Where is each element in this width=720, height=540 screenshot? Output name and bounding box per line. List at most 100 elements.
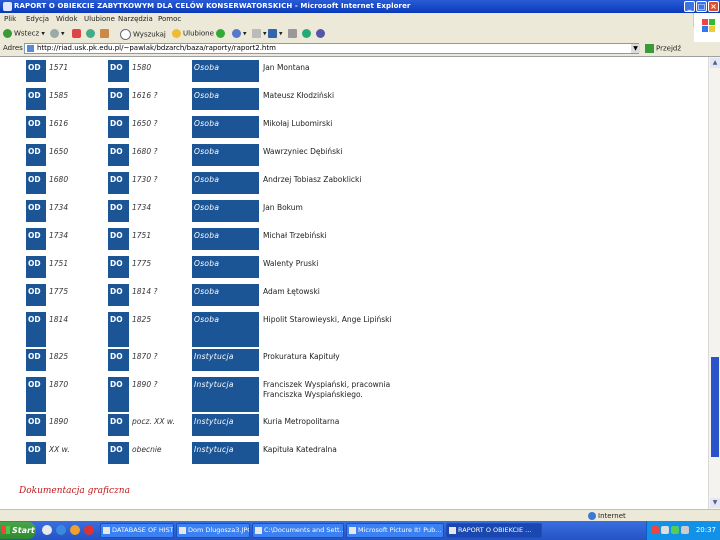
media-button[interactable] bbox=[216, 29, 227, 40]
tray-icon-2[interactable] bbox=[661, 526, 669, 534]
edit-button[interactable]: ▾ bbox=[268, 29, 283, 40]
address-label: Adres bbox=[3, 44, 23, 52]
to-value: 1751 bbox=[132, 231, 152, 240]
owner-name: Kuria Metropolitarna bbox=[263, 417, 340, 426]
menu-file[interactable]: Plik bbox=[4, 15, 16, 23]
system-tray: 20:37 bbox=[646, 521, 720, 540]
menu-edit[interactable]: Edycja bbox=[26, 15, 49, 23]
to-label-cell: DO bbox=[108, 116, 129, 138]
from-value: 1751 bbox=[49, 259, 69, 268]
address-bar: Adres http://riad.usk.pk.edu.pl/~pawlak/… bbox=[0, 42, 720, 57]
from-value: 1734 bbox=[49, 203, 69, 212]
owner-name: Mikołaj Lubomirski bbox=[263, 119, 333, 128]
from-label-cell: OD bbox=[26, 442, 46, 464]
mail-button[interactable]: ▾ bbox=[252, 29, 267, 40]
owner-type-cell: Osoba bbox=[192, 256, 259, 278]
menu-help[interactable]: Pomoc bbox=[158, 15, 181, 23]
stop-icon bbox=[72, 29, 81, 38]
menu-favorites[interactable]: Ulubione bbox=[84, 15, 115, 23]
scroll-down-arrow[interactable]: ▼ bbox=[710, 498, 720, 508]
to-value: 1680 ? bbox=[132, 147, 158, 156]
refresh-icon bbox=[86, 29, 95, 38]
from-value: 1571 bbox=[49, 63, 69, 72]
from-label-cell: OD bbox=[26, 144, 46, 166]
from-label-cell: OD bbox=[26, 116, 46, 138]
history-button[interactable]: ▾ bbox=[232, 29, 247, 40]
tray-icon-4[interactable] bbox=[681, 526, 689, 534]
from-value: 1734 bbox=[49, 231, 69, 240]
from-label-cell: OD bbox=[26, 377, 46, 412]
menu-tools[interactable]: Narzędzia bbox=[118, 15, 153, 23]
owner-name: Mateusz Kłodziński bbox=[263, 91, 335, 100]
scroll-thumb[interactable] bbox=[711, 357, 719, 457]
quicklaunch-media-icon[interactable] bbox=[84, 525, 94, 535]
to-label-cell: DO bbox=[108, 200, 129, 222]
menu-view[interactable]: Widok bbox=[56, 15, 78, 23]
owner-type-cell: Osoba bbox=[192, 88, 259, 110]
go-button[interactable]: Przejdź bbox=[645, 44, 681, 53]
from-value: 1775 bbox=[49, 287, 69, 296]
maximize-button[interactable]: □ bbox=[696, 1, 707, 12]
tray-icon-3[interactable] bbox=[671, 526, 679, 534]
to-value: 1616 ? bbox=[132, 91, 158, 100]
back-button[interactable]: Wstecz ▾ bbox=[3, 29, 45, 40]
from-value: 1890 bbox=[49, 417, 69, 426]
to-label-cell: DO bbox=[108, 256, 129, 278]
to-value: 1775 bbox=[132, 259, 152, 268]
refresh-button[interactable] bbox=[86, 29, 97, 40]
scroll-up-arrow[interactable]: ▲ bbox=[710, 58, 720, 68]
to-label-cell: DO bbox=[108, 88, 129, 110]
home-button[interactable] bbox=[100, 29, 111, 40]
minimize-button[interactable]: _ bbox=[684, 1, 695, 12]
to-value: 1890 ? bbox=[132, 380, 158, 389]
owner-name: Hipolit Starowieyski, Ange Lipiński bbox=[263, 315, 392, 324]
owner-name: Kapituła Katedralna bbox=[263, 445, 337, 454]
taskbar-task[interactable]: Microsoft Picture It! Pub... bbox=[346, 523, 444, 538]
to-value: 1730 ? bbox=[132, 175, 158, 184]
stop-button[interactable] bbox=[72, 29, 83, 40]
owner-type-cell: Osoba bbox=[192, 200, 259, 222]
vertical-scrollbar[interactable]: ▲ ▼ bbox=[708, 57, 720, 509]
quicklaunch-desktop-icon[interactable] bbox=[42, 525, 52, 535]
messenger-button[interactable] bbox=[302, 29, 313, 40]
research-button[interactable] bbox=[316, 29, 327, 40]
search-button[interactable]: Wyszukaj bbox=[120, 29, 166, 40]
to-value: 1825 bbox=[132, 315, 152, 324]
forward-button[interactable]: ▾ bbox=[50, 29, 65, 40]
address-dropdown[interactable]: ▼ bbox=[631, 44, 640, 53]
taskbar-task[interactable]: Dom Dlugosza3.JPG - P... bbox=[176, 523, 250, 538]
close-button[interactable]: × bbox=[708, 1, 719, 12]
owner-type-cell: Osoba bbox=[192, 284, 259, 306]
to-value: 1580 bbox=[132, 63, 152, 72]
from-value: 1650 bbox=[49, 147, 69, 156]
from-label-cell: OD bbox=[26, 349, 46, 371]
quicklaunch-outlook-icon[interactable] bbox=[70, 525, 80, 535]
from-value: 1825 bbox=[49, 352, 69, 361]
task-app-icon bbox=[103, 527, 110, 534]
title-bar: RAPORT O OBIEKCIE ZABYTKOWYM DLA CELÓW K… bbox=[0, 0, 720, 13]
start-button[interactable]: Start bbox=[0, 522, 36, 539]
from-label-cell: OD bbox=[26, 172, 46, 194]
taskbar-task[interactable]: DATABASE OF HISTORI... bbox=[100, 523, 174, 538]
taskbar-task[interactable]: C:\Documents and Sett... bbox=[252, 523, 344, 538]
owner-name: Andrzej Tobiasz Zaboklicki bbox=[263, 175, 362, 184]
address-input[interactable]: http://riad.usk.pk.edu.pl/~pawlak/bdzarc… bbox=[24, 43, 639, 54]
to-value: 1650 ? bbox=[132, 119, 158, 128]
quicklaunch-ie-icon[interactable] bbox=[56, 525, 66, 535]
taskbar-task[interactable]: RAPORT O OBIEKCIE ... bbox=[446, 523, 542, 538]
globe-icon bbox=[588, 512, 596, 520]
to-label-cell: DO bbox=[108, 442, 129, 464]
messenger-icon bbox=[302, 29, 311, 38]
search-icon bbox=[120, 29, 131, 40]
owner-type-cell: Instytucja bbox=[192, 414, 259, 436]
forward-icon bbox=[50, 29, 59, 38]
to-value: 1814 ? bbox=[132, 287, 158, 296]
from-label-cell: OD bbox=[26, 414, 46, 436]
discuss-button[interactable] bbox=[288, 29, 299, 40]
owner-name: Jan Montana bbox=[263, 63, 310, 72]
tray-icon-1[interactable] bbox=[651, 526, 659, 534]
page-icon bbox=[27, 45, 34, 52]
to-value: obecnie bbox=[132, 445, 162, 454]
star-icon bbox=[172, 29, 181, 38]
favorites-button[interactable]: Ulubione bbox=[172, 29, 214, 40]
